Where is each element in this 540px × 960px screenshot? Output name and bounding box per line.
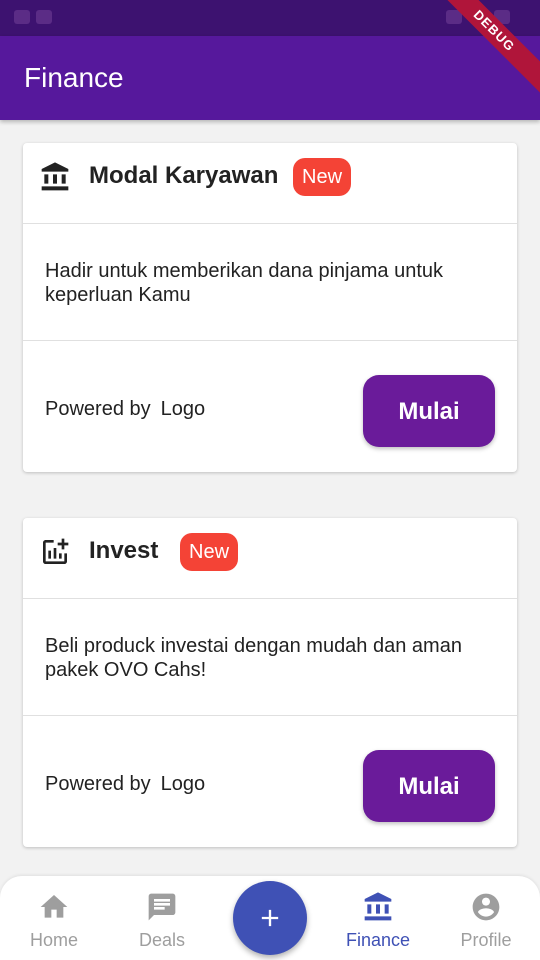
plus-icon: [261, 909, 279, 927]
new-badge: New: [293, 158, 352, 196]
card-body: Beli produck investai dengan mudah dan a…: [23, 599, 517, 716]
card-footer: Powered by Logo Mulai: [23, 341, 517, 473]
nav-item-profile[interactable]: Profile: [432, 876, 540, 960]
bank-icon: [364, 892, 392, 921]
nav-label: Deals: [138, 930, 186, 950]
partner-logo: Logo: [160, 398, 206, 420]
bank-icon: [41, 162, 69, 191]
card-footer: Powered by Logo Mulai: [23, 716, 517, 848]
home-icon: [40, 895, 68, 918]
powered-by: Powered by Logo: [45, 398, 205, 421]
mulai-button[interactable]: Mulai: [363, 750, 495, 822]
card-header: Modal Karyawan New: [23, 143, 517, 224]
powered-by-label: Powered by: [45, 773, 151, 795]
account-icon: [472, 893, 500, 921]
add-fab-button[interactable]: [233, 881, 307, 955]
powered-by: Powered by Logo: [45, 773, 205, 796]
card-title: Modal Karyawan: [89, 162, 279, 189]
powered-by-label: Powered by: [45, 398, 151, 420]
card-body: Hadir untuk memberikan dana pinjama untu…: [23, 224, 517, 341]
nav-label: Profile: [460, 930, 512, 950]
notification-icon: [14, 10, 30, 24]
app-bar: Finance: [0, 36, 540, 120]
new-badge: New: [180, 533, 239, 571]
message-icon: [148, 893, 176, 921]
card-header: Invest New: [23, 518, 517, 599]
chart-add-icon: [43, 538, 69, 564]
nav-label: Home: [29, 930, 78, 950]
card-description: Beli produck investai dengan mudah dan a…: [45, 635, 462, 681]
mulai-button[interactable]: Mulai: [363, 375, 495, 447]
status-bar-notifications: [14, 10, 52, 24]
nav-item-deals[interactable]: Deals: [108, 876, 216, 960]
partner-logo: Logo: [160, 773, 206, 795]
nav-item-home[interactable]: Home: [0, 876, 108, 960]
nav-label: Finance: [345, 930, 411, 950]
finance-card-modal-karyawan: Modal Karyawan New Hadir untuk memberika…: [23, 143, 517, 472]
finance-card-invest: Invest New Beli produck investai dengan …: [23, 518, 517, 847]
card-title: Invest: [89, 537, 159, 564]
notification-icon: [36, 10, 52, 24]
page-title: Finance: [24, 62, 124, 93]
nav-item-finance[interactable]: Finance: [324, 876, 432, 960]
card-description: Hadir untuk memberikan dana pinjama untu…: [45, 260, 443, 306]
